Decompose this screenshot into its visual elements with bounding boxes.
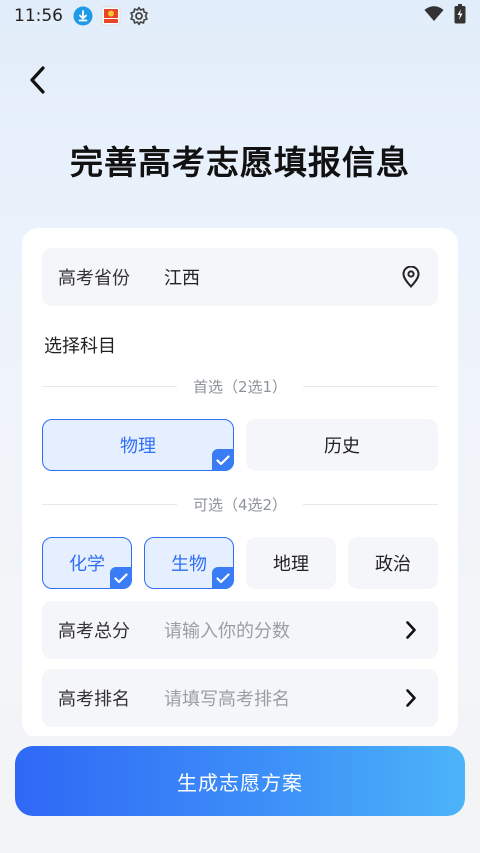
subject-chip-label: 历史: [324, 436, 360, 457]
app-notification-icon: [101, 6, 121, 26]
optional-subject-hint: 可选（4选2）: [192, 495, 288, 514]
total-score-field[interactable]: 高考总分 请输入你的分数: [42, 601, 438, 659]
total-score-label: 高考总分: [58, 621, 130, 642]
rank-field[interactable]: 高考排名 请填写高考排名: [42, 669, 438, 727]
rank-label: 高考排名: [58, 689, 130, 710]
checkmark-icon: [110, 567, 132, 589]
status-bar: 11:56: [0, 0, 480, 32]
subject-chip-label: 地理: [273, 554, 309, 575]
province-label: 高考省份: [58, 268, 130, 289]
generate-plan-button[interactable]: 生成志愿方案: [15, 746, 465, 816]
primary-subject-hint: 首选（2选1）: [192, 377, 288, 396]
rank-placeholder: 请填写高考排名: [164, 689, 290, 710]
back-button[interactable]: [22, 62, 54, 98]
chevron-left-icon: [30, 66, 45, 94]
settings-gear-icon: [129, 6, 149, 26]
status-time: 11:56: [14, 6, 63, 26]
subject-chip-history[interactable]: 历史: [246, 419, 438, 471]
wifi-icon: [424, 6, 444, 26]
subject-chip-label: 物理: [120, 436, 156, 457]
subject-chip-physics[interactable]: 物理: [42, 419, 234, 471]
subject-chip-label: 政治: [375, 554, 411, 575]
page-title: 完善高考志愿填报信息: [70, 143, 410, 182]
checkmark-icon: [212, 567, 234, 589]
subject-chip-label: 生物: [171, 554, 207, 575]
subject-chip-politics[interactable]: 政治: [348, 537, 438, 589]
province-field[interactable]: 高考省份 江西: [42, 248, 438, 306]
primary-subject-divider: 首选（2选1）: [42, 375, 438, 397]
subjects-section-label: 选择科目: [44, 336, 116, 357]
total-score-placeholder: 请输入你的分数: [164, 621, 290, 642]
battery-charging-icon: [454, 4, 466, 28]
subject-chip-label: 化学: [69, 554, 105, 575]
download-notification-icon: [73, 6, 93, 26]
info-form-card: 高考省份 江西 选择科目 首选（2选1） 物理 历史 可选（4选2） 化学 生物: [22, 228, 458, 738]
chevron-right-icon: [400, 687, 422, 709]
subject-chip-geography[interactable]: 地理: [246, 537, 336, 589]
chevron-right-icon: [400, 619, 422, 641]
location-pin-icon[interactable]: [400, 266, 422, 288]
subject-chip-chemistry[interactable]: 化学: [42, 537, 132, 589]
checkmark-icon: [212, 449, 234, 471]
optional-subject-divider: 可选（4选2）: [42, 493, 438, 515]
province-value: 江西: [164, 268, 200, 289]
subject-chip-biology[interactable]: 生物: [144, 537, 234, 589]
